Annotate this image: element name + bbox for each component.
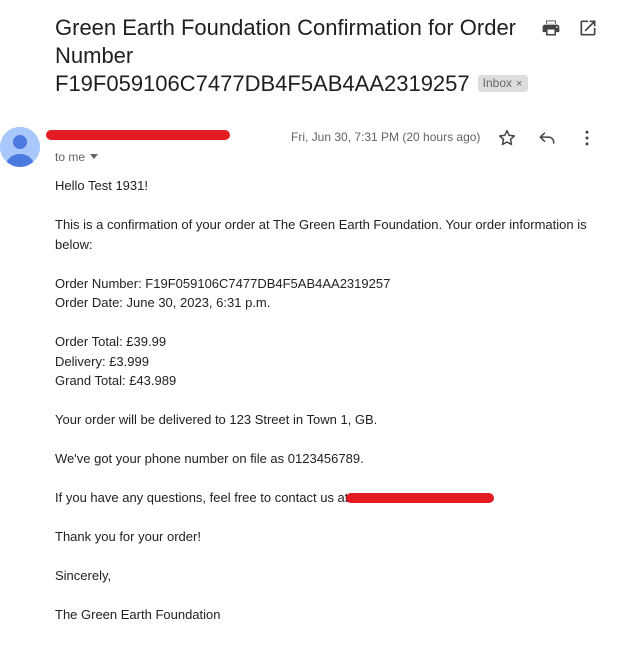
order-info-block: Order Number: F19F059106C7477DB4F5AB4AA2…: [55, 274, 595, 313]
delivery-cost: Delivery: £3.999: [55, 353, 149, 369]
more-vert-icon[interactable]: [577, 128, 597, 148]
email-body: Hello Test 1931! This is a confirmation …: [55, 176, 595, 644]
closing: Sincerely,: [55, 568, 112, 583]
greeting: Hello Test 1931!: [55, 178, 148, 193]
questions-text: If you have any questions, feel free to …: [55, 490, 349, 505]
star-icon[interactable]: [497, 128, 517, 148]
totals-block: Order Total: £39.99 Delivery: £3.999 Gra…: [55, 332, 595, 391]
questions-paragraph: If you have any questions, feel free to …: [55, 488, 595, 508]
email-date: Fri, Jun 30, 7:31 PM (20 hours ago): [291, 130, 481, 144]
sender-avatar: [0, 127, 40, 167]
reply-icon[interactable]: [537, 128, 557, 148]
order-number: Order Number: F19F059106C7477DB4F5AB4AA2…: [55, 275, 391, 291]
sender-name-redacted: [46, 130, 230, 140]
contact-email-redacted: [346, 493, 495, 503]
chevron-down-icon: [90, 154, 99, 159]
intro-paragraph: This is a confirmation of your order at …: [55, 217, 587, 252]
phone-info: We've got your phone number on file as 0…: [55, 451, 364, 466]
inbox-label-text: Inbox: [482, 76, 512, 90]
order-date: Order Date: June 30, 2023, 6:31 p.m.: [55, 295, 271, 310]
remove-label-icon[interactable]: ×: [516, 78, 522, 90]
email-subject: Green Earth Foundation Confirmation for …: [55, 14, 535, 98]
order-total: Order Total: £39.99: [55, 334, 167, 349]
thanks: Thank you for your order!: [55, 529, 201, 544]
subject-title: Green Earth Foundation Confirmation for …: [55, 15, 517, 96]
signature: The Green Earth Foundation: [55, 607, 221, 622]
delivery-address: Your order will be delivered to 123 Stre…: [55, 412, 378, 427]
recipient-toggle[interactable]: to me: [55, 150, 99, 164]
default-avatar-icon: [0, 127, 40, 167]
inbox-label-chip[interactable]: Inbox ×: [477, 75, 529, 92]
print-icon[interactable]: [541, 18, 563, 40]
open-in-new-window-icon[interactable]: [578, 18, 600, 40]
grand-total: Grand Total: £43.989: [55, 373, 177, 388]
recipient-label: to me: [55, 150, 86, 164]
